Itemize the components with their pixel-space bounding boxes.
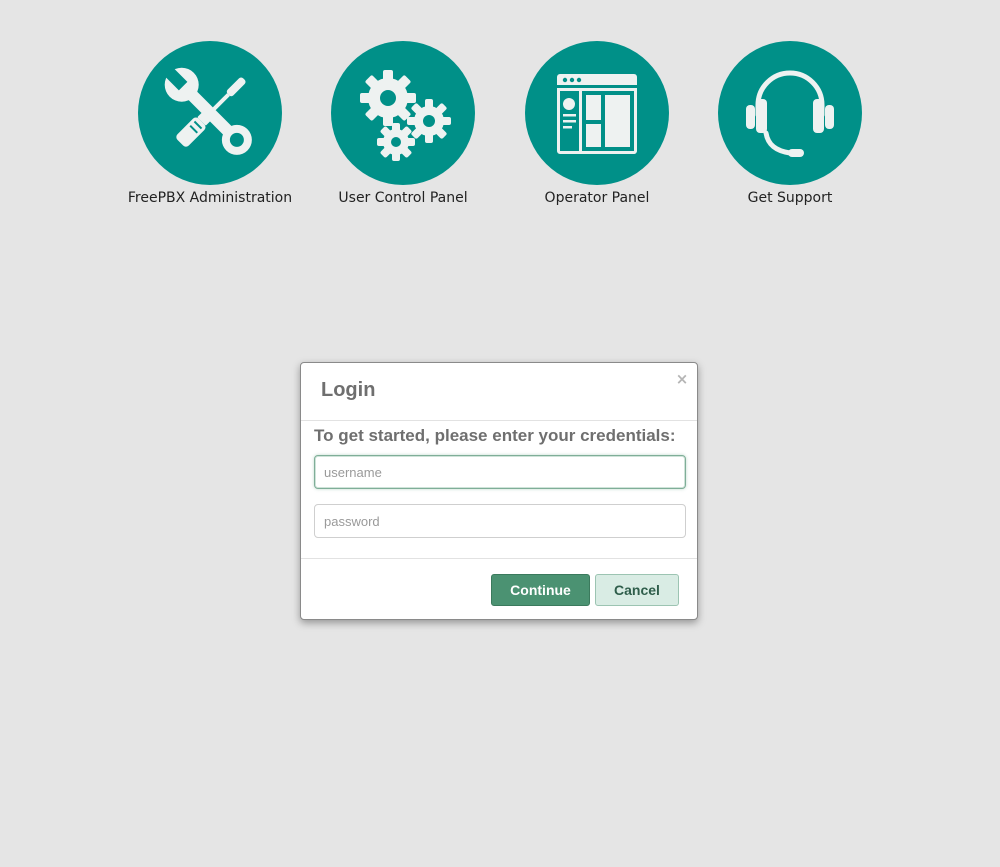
close-icon[interactable]: ×	[675, 372, 689, 387]
tile-get-support[interactable]: Get Support	[700, 41, 880, 207]
tile-freepbx-administration[interactable]: FreePBX Administration	[120, 41, 300, 207]
dialog-title: Login	[321, 379, 376, 401]
instructions-text: To get started, please enter your creden…	[314, 426, 676, 445]
tile-label[interactable]: Operator Panel	[507, 189, 687, 207]
tile-label[interactable]: Get Support	[700, 189, 880, 207]
dialog-body: To get started, please enter your creden…	[301, 421, 697, 559]
tile-circle[interactable]	[718, 41, 862, 185]
tile-circle[interactable]	[331, 41, 475, 185]
launcher-tiles: FreePBX Administration User Control Pane…	[0, 41, 1000, 211]
tools-icon	[161, 64, 252, 155]
dialog-footer: Continue Cancel	[301, 559, 697, 621]
dialog-header: Login ×	[301, 363, 697, 421]
page: FreePBX Administration User Control Pane…	[0, 0, 1000, 867]
gears-icon	[360, 70, 451, 161]
headset-icon	[746, 70, 834, 157]
username-input[interactable]	[314, 455, 686, 489]
tile-user-control-panel[interactable]: User Control Panel	[313, 41, 493, 207]
tile-circle[interactable]	[138, 41, 282, 185]
tile-circle[interactable]	[525, 41, 669, 185]
password-input[interactable]	[314, 504, 686, 538]
login-dialog: Login × To get started, please enter you…	[300, 362, 698, 620]
tile-label[interactable]: User Control Panel	[313, 189, 493, 207]
tile-operator-panel[interactable]: Operator Panel	[507, 41, 687, 207]
continue-button[interactable]: Continue	[491, 574, 590, 606]
tile-label[interactable]: FreePBX Administration	[120, 189, 300, 207]
cancel-button[interactable]: Cancel	[595, 574, 679, 606]
panel-layout-icon	[557, 74, 637, 154]
